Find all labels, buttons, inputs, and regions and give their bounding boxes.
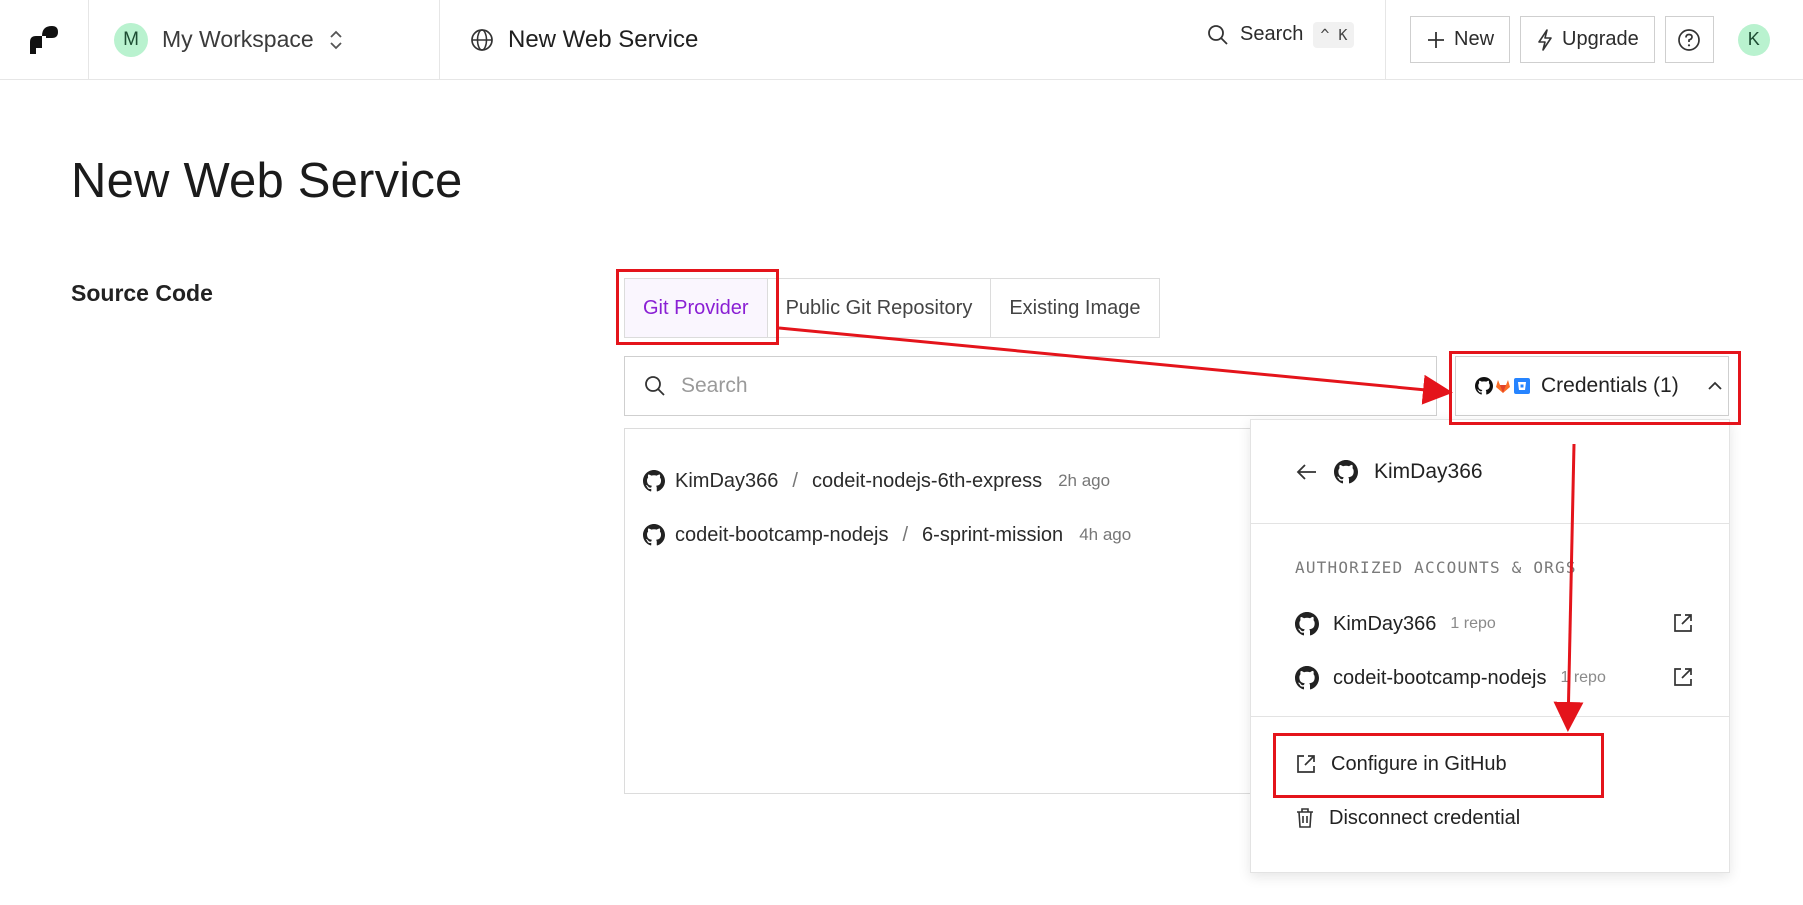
page-breadcrumb: New Web Service Search ^ K	[440, 0, 1386, 80]
github-icon	[643, 524, 665, 546]
workspace-switcher[interactable]: M My Workspace	[89, 0, 440, 80]
repo-owner: codeit-bootcamp-nodejs	[675, 523, 889, 546]
help-icon	[1678, 28, 1701, 51]
top-actions: New Upgrade K	[1386, 16, 1770, 63]
dropdown-header[interactable]: KimDay366	[1251, 420, 1729, 524]
credentials-button[interactable]: Credentials (1)	[1455, 356, 1729, 416]
upgrade-button-label: Upgrade	[1562, 28, 1639, 50]
provider-icons	[1475, 377, 1531, 395]
gitlab-icon	[1496, 380, 1510, 393]
top-bar: M My Workspace New Web Service Search ^ …	[0, 0, 1803, 80]
arrow-left-icon[interactable]	[1296, 463, 1318, 481]
lightning-icon	[1538, 28, 1552, 51]
github-icon	[1295, 612, 1319, 636]
external-link-icon[interactable]	[1672, 612, 1694, 634]
trash-icon	[1297, 808, 1313, 828]
dropdown-actions: Configure in GitHub Disconnect credentia…	[1251, 717, 1729, 845]
globe-icon	[471, 28, 493, 51]
repo-search-input[interactable]	[681, 374, 1381, 398]
github-icon	[1475, 377, 1493, 395]
account-name: codeit-bootcamp-nodejs	[1333, 666, 1547, 689]
external-link-icon[interactable]	[1672, 666, 1694, 688]
chevron-up-icon	[1708, 381, 1722, 390]
source-tabs: Git Provider Public Git Repository Exist…	[624, 278, 1160, 338]
page-title: New Web Service	[71, 154, 463, 208]
tab-existing-image[interactable]: Existing Image	[991, 279, 1158, 337]
search-icon	[645, 376, 665, 396]
help-button[interactable]	[1664, 16, 1714, 63]
source-code-label: Source Code	[71, 280, 213, 306]
repo-time: 4h ago	[1079, 525, 1132, 544]
new-button-label: New	[1454, 28, 1495, 50]
search-label: Search	[1240, 23, 1304, 45]
global-search[interactable]: Search ^ K	[1206, 21, 1355, 48]
plus-icon	[1428, 31, 1444, 48]
logo-cell[interactable]	[0, 0, 89, 80]
repo-name: codeit-nodejs-6th-express	[811, 469, 1043, 492]
account-row[interactable]: codeit-bootcamp-nodejs 1 repo	[1295, 651, 1729, 705]
disconnect-label: Disconnect credential	[1329, 806, 1521, 829]
account-repo-count: 1 repo	[1560, 669, 1606, 686]
search-icon	[1208, 24, 1228, 45]
workspace-name: My Workspace	[162, 26, 314, 52]
account-row[interactable]: KimDay366 1 repo	[1295, 597, 1729, 651]
new-button[interactable]: New	[1410, 16, 1511, 63]
github-icon	[1295, 666, 1319, 690]
render-logo	[30, 25, 58, 54]
bitbucket-icon	[1514, 378, 1530, 394]
disconnect-credential[interactable]: Disconnect credential	[1295, 791, 1729, 845]
authorized-accounts: AUTHORIZED ACCOUNTS & ORGS KimDay366 1 r…	[1251, 524, 1729, 717]
upgrade-button[interactable]: Upgrade	[1520, 16, 1655, 63]
user-avatar[interactable]: K	[1737, 23, 1770, 56]
tab-git-provider[interactable]: Git Provider	[625, 279, 768, 337]
credentials-dropdown: KimDay366 AUTHORIZED ACCOUNTS & ORGS Kim…	[1250, 419, 1730, 873]
account-repo-count: 1 repo	[1450, 615, 1496, 632]
repo-time: 2h ago	[1058, 471, 1111, 490]
search-shortcut: ^ K	[1313, 21, 1355, 48]
dropdown-account-name: KimDay366	[1374, 459, 1483, 483]
external-link-icon	[1297, 755, 1315, 773]
configure-label: Configure in GitHub	[1331, 752, 1507, 775]
chevron-updown-icon	[330, 30, 342, 49]
configure-in-github[interactable]: Configure in GitHub	[1295, 737, 1729, 791]
breadcrumb-title: New Web Service	[508, 25, 699, 53]
workspace-avatar: M	[114, 22, 148, 57]
github-icon	[1334, 459, 1358, 483]
authorized-accounts-caption: AUTHORIZED ACCOUNTS & ORGS	[1295, 558, 1577, 577]
credentials-label: Credentials (1)	[1541, 374, 1679, 397]
repo-search	[624, 356, 1437, 416]
repo-owner: KimDay366	[675, 469, 779, 492]
repo-separator: /	[792, 469, 798, 492]
tab-public-git-repository[interactable]: Public Git Repository	[768, 279, 992, 337]
github-icon	[643, 470, 665, 492]
repo-name: 6-sprint-mission	[922, 523, 1064, 546]
repo-separator: /	[902, 523, 909, 546]
account-name: KimDay366	[1333, 612, 1437, 635]
